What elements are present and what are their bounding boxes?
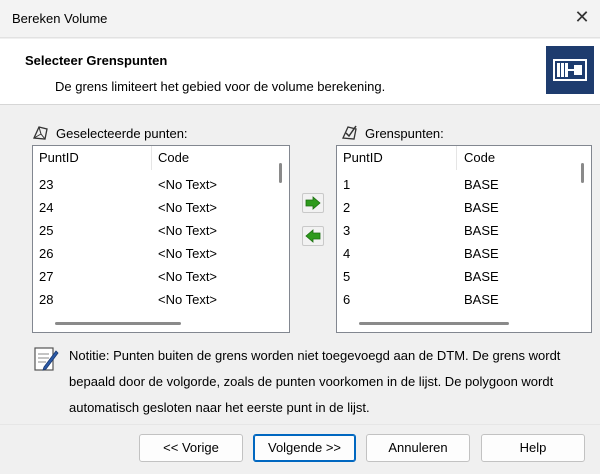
cell-puntid: 24 — [39, 200, 54, 215]
list-header: PuntID Code — [337, 146, 591, 170]
cell-code: BASE — [464, 223, 499, 238]
list-row[interactable]: 3 BASE — [337, 220, 591, 243]
cancel-button[interactable]: Annuleren — [366, 434, 470, 462]
page-subtitle: De grens limiteert het gebied voor de vo… — [55, 79, 386, 94]
arrow-right-icon — [305, 196, 321, 210]
title-bar: Bereken Volume ✕ — [0, 0, 600, 38]
list-row[interactable]: 26 <No Text> — [33, 243, 289, 266]
notice-panel: Notitie: Punten buiten de grens worden n… — [32, 343, 592, 423]
list-row[interactable]: 27 <No Text> — [33, 266, 289, 289]
column-header-code[interactable]: Code — [158, 150, 189, 165]
wizard-header: Selecteer Grenspunten De grens limiteert… — [0, 39, 600, 105]
cell-puntid: 26 — [39, 246, 54, 261]
list-row[interactable]: 2 BASE — [337, 197, 591, 220]
vertical-scrollbar[interactable] — [279, 163, 282, 183]
cell-puntid: 3 — [343, 223, 351, 238]
list-row[interactable]: 23 <No Text> — [33, 174, 289, 197]
list-row[interactable]: 6 BASE — [337, 289, 591, 312]
list-row[interactable]: 24 <No Text> — [33, 197, 289, 220]
selected-points-icon — [32, 124, 50, 142]
boundary-dialog-icon — [546, 46, 594, 94]
boundary-points-icon — [341, 124, 359, 142]
column-header-code[interactable]: Code — [464, 150, 495, 165]
vertical-scrollbar[interactable] — [581, 163, 584, 183]
cell-code: BASE — [464, 200, 499, 215]
cell-code: <No Text> — [158, 223, 218, 238]
boundary-points-label-text: Grenspunten: — [365, 125, 444, 141]
cell-puntid: 27 — [39, 269, 54, 284]
cell-code: <No Text> — [158, 269, 218, 284]
add-to-boundary-button[interactable] — [302, 193, 324, 213]
column-divider[interactable] — [456, 146, 457, 170]
cell-puntid: 4 — [343, 246, 351, 261]
column-header-puntid[interactable]: PuntID — [343, 150, 383, 165]
column-divider[interactable] — [151, 146, 152, 170]
cell-puntid: 28 — [39, 292, 54, 307]
list-row[interactable]: 4 BASE — [337, 243, 591, 266]
selected-points-label-text: Geselecteerde punten: — [56, 125, 188, 141]
next-button[interactable]: Volgende >> — [253, 434, 356, 462]
list-row[interactable]: 5 BASE — [337, 266, 591, 289]
cell-code: <No Text> — [158, 177, 218, 192]
cell-code: <No Text> — [158, 292, 218, 307]
cell-puntid: 5 — [343, 269, 351, 284]
list-row[interactable]: 28 <No Text> — [33, 289, 289, 312]
notice-text: Notitie: Punten buiten de grens worden n… — [69, 348, 561, 415]
cell-code: BASE — [464, 292, 499, 307]
list-row[interactable]: 1 BASE — [337, 174, 591, 197]
selected-points-list[interactable]: PuntID Code 23 <No Text> 24 <No Text> 25 <N… — [32, 145, 290, 333]
cell-puntid: 1 — [343, 177, 351, 192]
remove-from-boundary-button[interactable] — [302, 226, 324, 246]
list-header: PuntID Code — [33, 146, 289, 170]
selected-points-label: Geselecteerde punten: — [32, 124, 188, 142]
cell-puntid: 2 — [343, 200, 351, 215]
help-button[interactable]: Help — [481, 434, 585, 462]
note-icon — [32, 345, 60, 373]
cell-puntid: 23 — [39, 177, 54, 192]
cell-puntid: 25 — [39, 223, 54, 238]
horizontal-scrollbar[interactable] — [359, 322, 509, 325]
cell-code: BASE — [464, 246, 499, 261]
cell-code: BASE — [464, 269, 499, 284]
previous-button[interactable]: << Vorige — [139, 434, 243, 462]
boundary-points-list[interactable]: PuntID Code 1 BASE 2 BASE 3 BASE 4 BASE 5 BAS… — [336, 145, 592, 333]
page-title: Selecteer Grenspunten — [25, 53, 168, 68]
column-header-puntid[interactable]: PuntID — [39, 150, 79, 165]
arrow-left-icon — [305, 229, 321, 243]
window-title: Bereken Volume — [12, 11, 108, 26]
horizontal-scrollbar[interactable] — [55, 322, 181, 325]
list-row[interactable]: 25 <No Text> — [33, 220, 289, 243]
close-icon[interactable]: ✕ — [570, 6, 594, 30]
cell-code: BASE — [464, 177, 499, 192]
boundary-points-label: Grenspunten: — [341, 124, 444, 142]
cell-code: <No Text> — [158, 200, 218, 215]
cell-puntid: 6 — [343, 292, 351, 307]
cell-code: <No Text> — [158, 246, 218, 261]
